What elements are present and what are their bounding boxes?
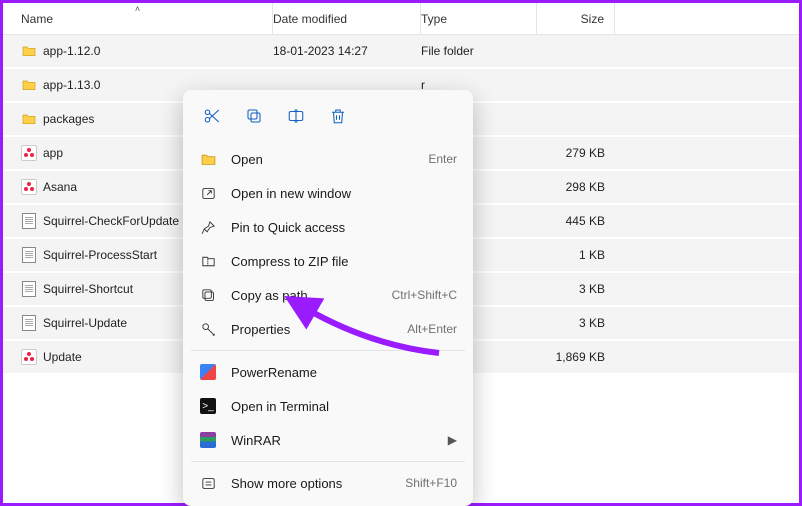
document-icon [21, 281, 37, 297]
file-name: packages [43, 112, 94, 126]
cut-button[interactable] [193, 100, 231, 134]
context-menu-powerrename[interactable]: PowerRename [189, 355, 467, 389]
file-size: 3 KB [579, 282, 605, 296]
context-menu-pin[interactable]: Pin to Quick access [189, 210, 467, 244]
column-header-row: Name ˄ Date modified Type Size [3, 3, 799, 35]
context-menu-show-more-label: Show more options [231, 476, 391, 491]
winrar-icon [199, 431, 217, 449]
document-icon [21, 247, 37, 263]
pin-icon [199, 218, 217, 236]
document-icon [21, 213, 37, 229]
context-menu-show-more[interactable]: Show more options Shift+F10 [189, 466, 467, 500]
file-name: Squirrel-ProcessStart [43, 248, 157, 262]
rename-icon [287, 107, 305, 128]
properties-icon [199, 320, 217, 338]
context-menu-copy-path-accel: Ctrl+Shift+C [392, 288, 457, 302]
zip-icon [199, 252, 217, 270]
folder-open-icon [199, 150, 217, 168]
file-size: 3 KB [579, 316, 605, 330]
context-menu-open-new-window[interactable]: Open in new window [189, 176, 467, 210]
delete-button[interactable] [319, 100, 357, 134]
context-menu-terminal[interactable]: >_ Open in Terminal [189, 389, 467, 423]
column-header-size[interactable]: Size [537, 3, 615, 34]
document-icon [21, 315, 37, 331]
file-size: 1,869 KB [556, 350, 605, 364]
context-menu-separator-2 [191, 461, 465, 462]
context-menu-zip-label: Compress to ZIP file [231, 254, 457, 269]
context-menu-separator [191, 350, 465, 351]
column-header-date-label: Date modified [273, 12, 347, 26]
copy-button[interactable] [235, 100, 273, 134]
context-menu-winrar[interactable]: WinRAR ▶ [189, 423, 467, 457]
chevron-right-icon: ▶ [448, 433, 457, 447]
column-header-name[interactable]: Name ˄ [3, 3, 273, 34]
column-header-date[interactable]: Date modified [273, 3, 421, 34]
file-size: 298 KB [566, 180, 605, 194]
context-menu-winrar-label: WinRAR [231, 433, 434, 448]
context-menu-open-accel: Enter [428, 152, 457, 166]
application-icon [21, 145, 37, 161]
context-menu-open[interactable]: Open Enter [189, 142, 467, 176]
column-header-size-label: Size [581, 12, 604, 26]
rename-button[interactable] [277, 100, 315, 134]
file-name: app-1.13.0 [43, 78, 100, 92]
context-menu-properties-label: Properties [231, 322, 393, 337]
terminal-icon: >_ [199, 397, 217, 415]
context-menu-terminal-label: Open in Terminal [231, 399, 457, 414]
context-menu-open-label: Open [231, 152, 414, 167]
file-name: Squirrel-CheckForUpdate [43, 214, 179, 228]
file-size: 1 KB [579, 248, 605, 262]
show-more-icon [199, 474, 217, 492]
file-name: Squirrel-Shortcut [43, 282, 133, 296]
context-menu-powerrename-label: PowerRename [231, 365, 457, 380]
context-menu-copy-path-label: Copy as path [231, 288, 378, 303]
context-menu: Open Enter Open in new window Pin to Qui… [183, 90, 473, 506]
open-new-window-icon [199, 184, 217, 202]
powerrename-icon [199, 363, 217, 381]
file-size: 279 KB [566, 146, 605, 160]
context-menu-copy-path[interactable]: Copy as path Ctrl+Shift+C [189, 278, 467, 312]
file-row[interactable]: app-1.12.0 18-01-2023 14:27 File folder [3, 35, 799, 67]
copy-path-icon [199, 286, 217, 304]
file-name: app [43, 146, 63, 160]
folder-icon [21, 43, 37, 59]
context-menu-open-new-window-label: Open in new window [231, 186, 457, 201]
file-size: 445 KB [566, 214, 605, 228]
folder-icon [21, 111, 37, 127]
column-header-type[interactable]: Type [421, 3, 537, 34]
file-name: app-1.12.0 [43, 44, 100, 58]
context-menu-properties-accel: Alt+Enter [407, 322, 457, 336]
folder-icon [21, 77, 37, 93]
file-name: Asana [43, 180, 77, 194]
application-icon [21, 349, 37, 365]
scissors-icon [203, 107, 221, 128]
context-menu-quick-actions [189, 96, 467, 142]
file-type: File folder [421, 44, 474, 58]
copy-icon [245, 107, 263, 128]
column-header-name-label: Name [21, 12, 53, 26]
file-date: 18-01-2023 14:27 [273, 44, 368, 58]
trash-icon [329, 107, 347, 128]
file-name: Update [43, 350, 82, 364]
context-menu-pin-label: Pin to Quick access [231, 220, 457, 235]
sort-ascending-icon: ˄ [135, 4, 140, 14]
context-menu-zip[interactable]: Compress to ZIP file [189, 244, 467, 278]
context-menu-properties[interactable]: Properties Alt+Enter [189, 312, 467, 346]
application-icon [21, 179, 37, 195]
file-name: Squirrel-Update [43, 316, 127, 330]
column-header-type-label: Type [421, 12, 447, 26]
context-menu-show-more-accel: Shift+F10 [405, 476, 457, 490]
